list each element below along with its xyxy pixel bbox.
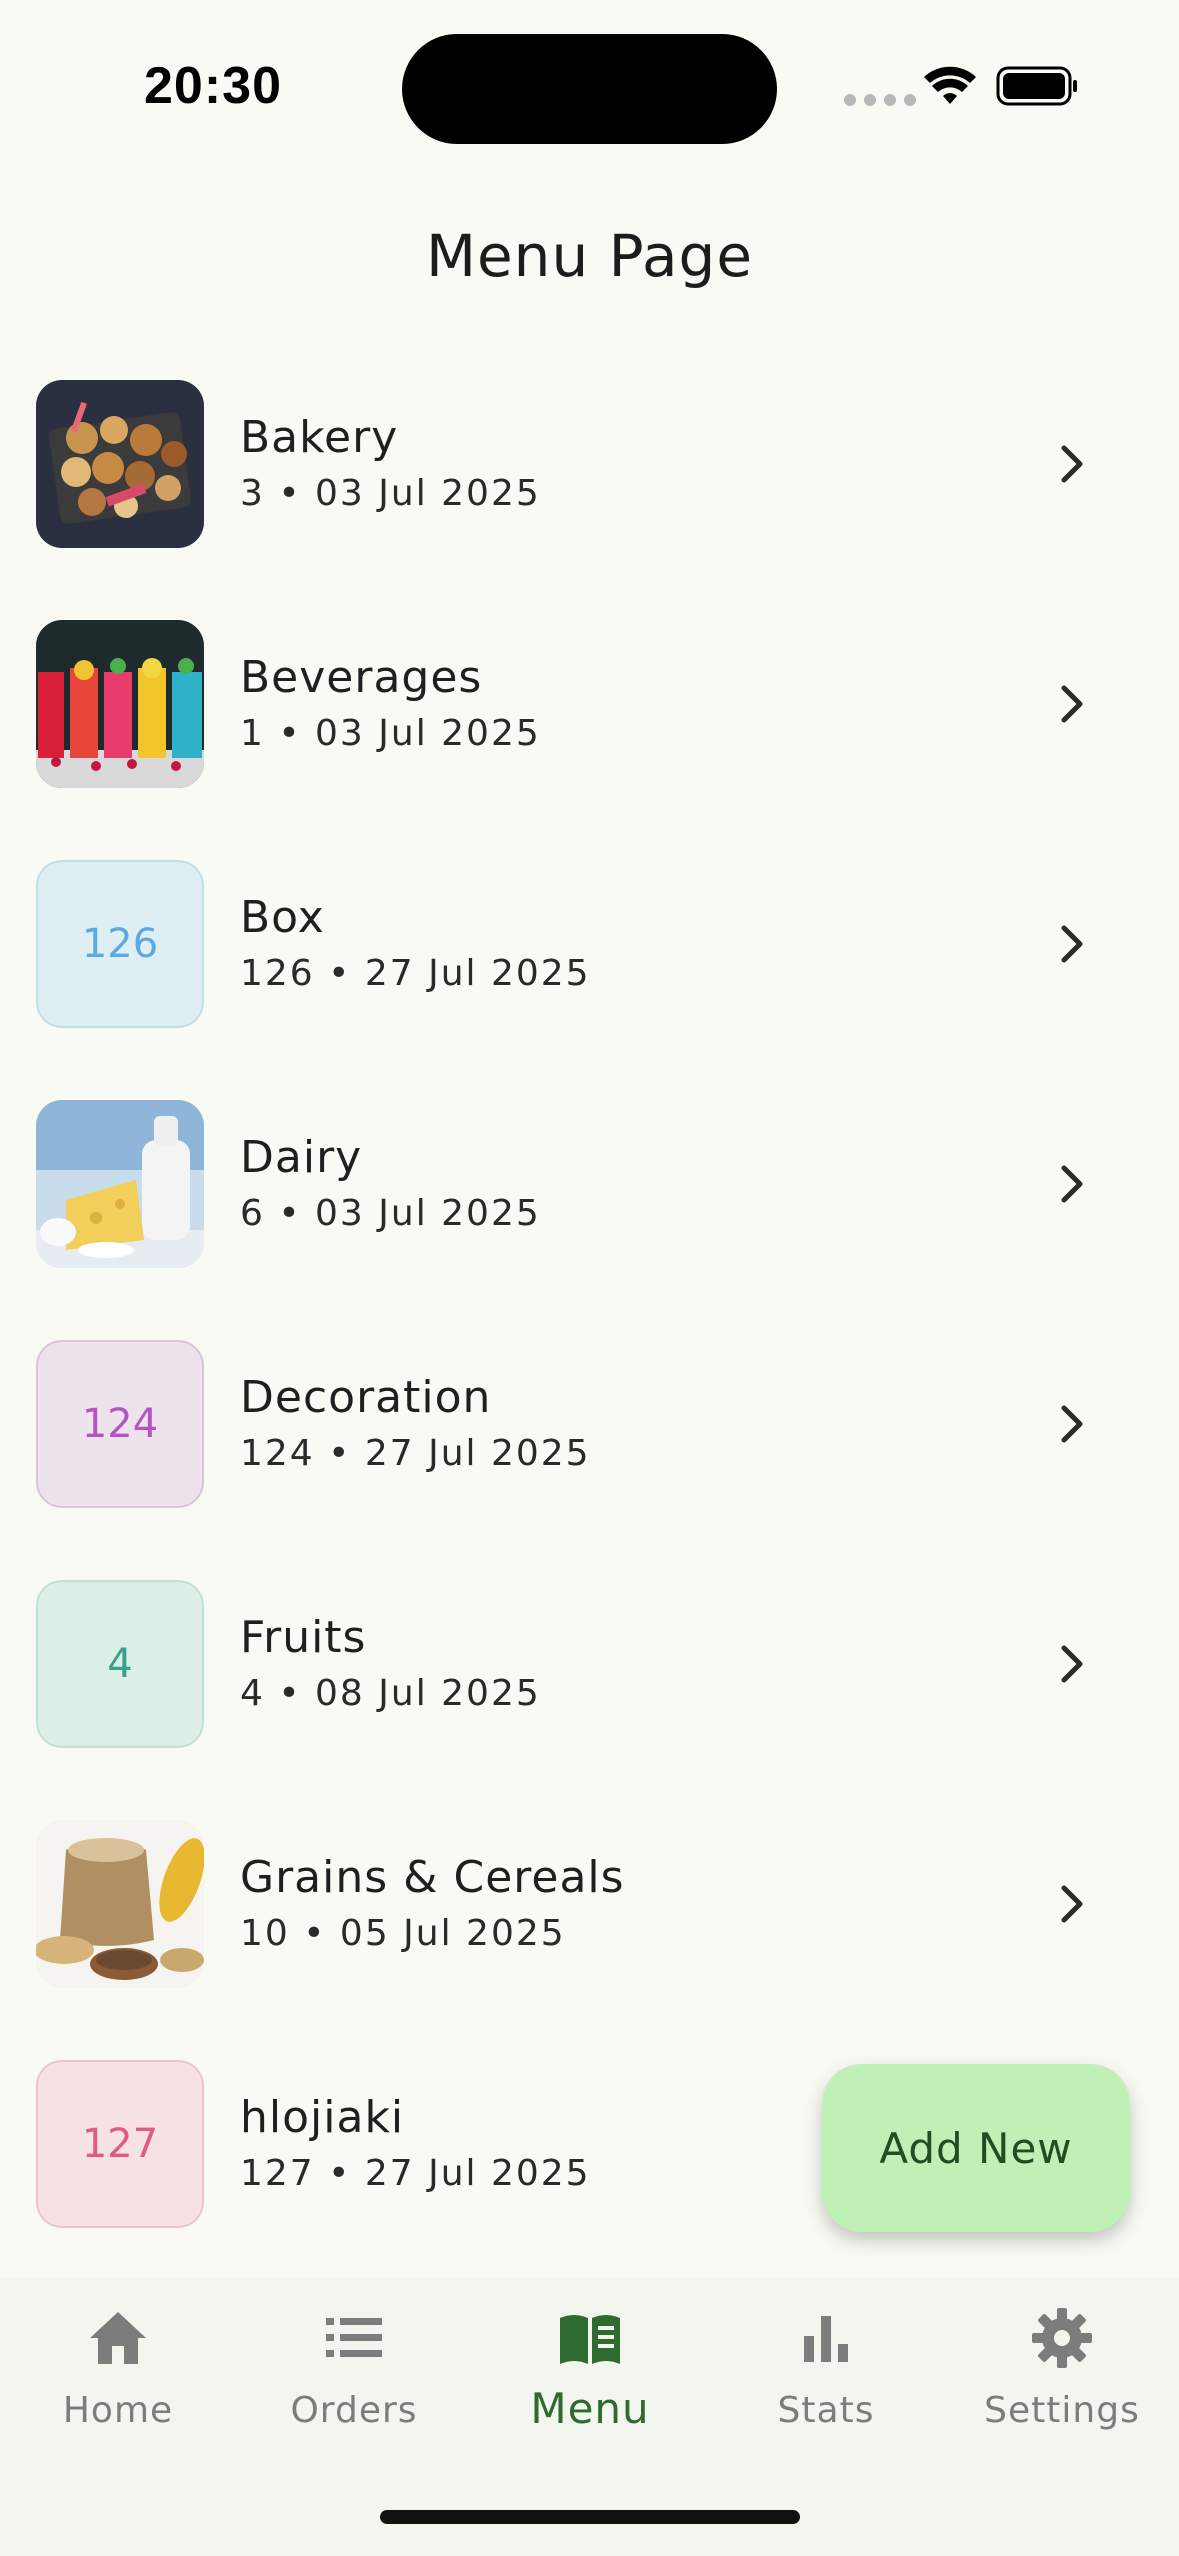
list-item-decoration[interactable]: 124 Decoration 124 • 27 Jul 2025 [0,1320,1179,1560]
list-item-fruits[interactable]: 4 Fruits 4 • 08 Jul 2025 [0,1560,1179,1800]
list-item-box[interactable]: 126 Box 126 • 27 Jul 2025 [0,840,1179,1080]
item-count-text: 124 [81,1401,159,1447]
item-meta: 6 • 03 Jul 2025 [240,1193,541,1234]
list-item-beverages[interactable]: Beverages 1 • 03 Jul 2025 [0,600,1179,840]
item-count-text: 4 [107,1641,133,1687]
item-count-text: 127 [81,2121,159,2167]
item-meta: 124 • 27 Jul 2025 [240,1433,591,1474]
nav-item-home[interactable]: Home [0,2306,236,2431]
chevron-right-icon [1061,1885,1083,1923]
list-icon [326,2318,382,2357]
chevron-right-icon [1061,1405,1083,1443]
nav-item-settings[interactable]: Settings [944,2306,1179,2431]
bar-chart-icon [804,2316,848,2362]
item-name: Beverages [240,652,483,703]
nav-item-orders[interactable]: Orders [236,2306,472,2431]
battery-icon [996,66,1077,106]
item-name: Bakery [240,412,399,463]
item-meta: 126 • 27 Jul 2025 [240,953,591,994]
nav-label-settings: Settings [984,2390,1140,2431]
chevron-right-icon [1061,1645,1083,1683]
item-count-text: 126 [81,921,159,967]
dairy-thumbnail [36,1100,204,1268]
dynamic-island [402,34,777,144]
item-meta: 10 • 05 Jul 2025 [240,1913,566,1954]
chevron-right-icon [1061,685,1083,723]
item-name: Decoration [240,1372,492,1423]
item-name: Box [240,892,325,943]
list-item-bakery[interactable]: Bakery 3 • 03 Jul 2025 [0,360,1179,600]
item-count-badge: 127 [36,2060,204,2228]
add-new-label: Add New [879,2123,1073,2173]
item-meta: 127 • 27 Jul 2025 [240,2153,591,2194]
nav-label-stats: Stats [777,2390,875,2431]
cellular-signal-icon [844,94,916,106]
item-name: Fruits [240,1612,367,1663]
status-time: 20:30 [144,57,282,115]
item-name: Grains & Cereals [240,1852,625,1903]
nav-label-home: Home [62,2390,174,2431]
home-icon [90,2312,146,2364]
list-item-grains-cereals[interactable]: Grains & Cereals 10 • 05 Jul 2025 [0,1800,1179,2040]
status-bar: 20:30 [0,0,1179,170]
nav-label-orders: Orders [290,2390,418,2431]
chevron-right-icon [1061,1165,1083,1203]
add-new-button[interactable]: Add New [822,2064,1130,2232]
item-name: hlojiaki [240,2092,405,2143]
page-title: Menu Page [425,222,754,290]
item-count-badge: 126 [36,860,204,1028]
menu-book-icon [560,2315,620,2364]
item-count-badge: 4 [36,1580,204,1748]
nav-item-stats[interactable]: Stats [708,2306,944,2431]
item-meta: 1 • 03 Jul 2025 [240,713,541,754]
item-meta: 4 • 08 Jul 2025 [240,1673,541,1714]
item-name: Dairy [240,1132,363,1183]
chevron-right-icon [1061,445,1083,483]
gear-icon [1032,2308,1092,2368]
bakery-thumbnail [36,380,204,548]
grains-thumbnail [36,1820,204,1988]
nav-item-menu[interactable]: Menu [472,2306,708,2433]
wifi-icon [924,66,976,104]
item-meta: 3 • 03 Jul 2025 [240,473,541,514]
home-indicator [380,2510,800,2524]
list-item-dairy[interactable]: Dairy 6 • 03 Jul 2025 [0,1080,1179,1320]
beverages-thumbnail [36,620,204,788]
chevron-right-icon [1061,925,1083,963]
nav-label-menu: Menu [530,2384,650,2433]
item-count-badge: 124 [36,1340,204,1508]
